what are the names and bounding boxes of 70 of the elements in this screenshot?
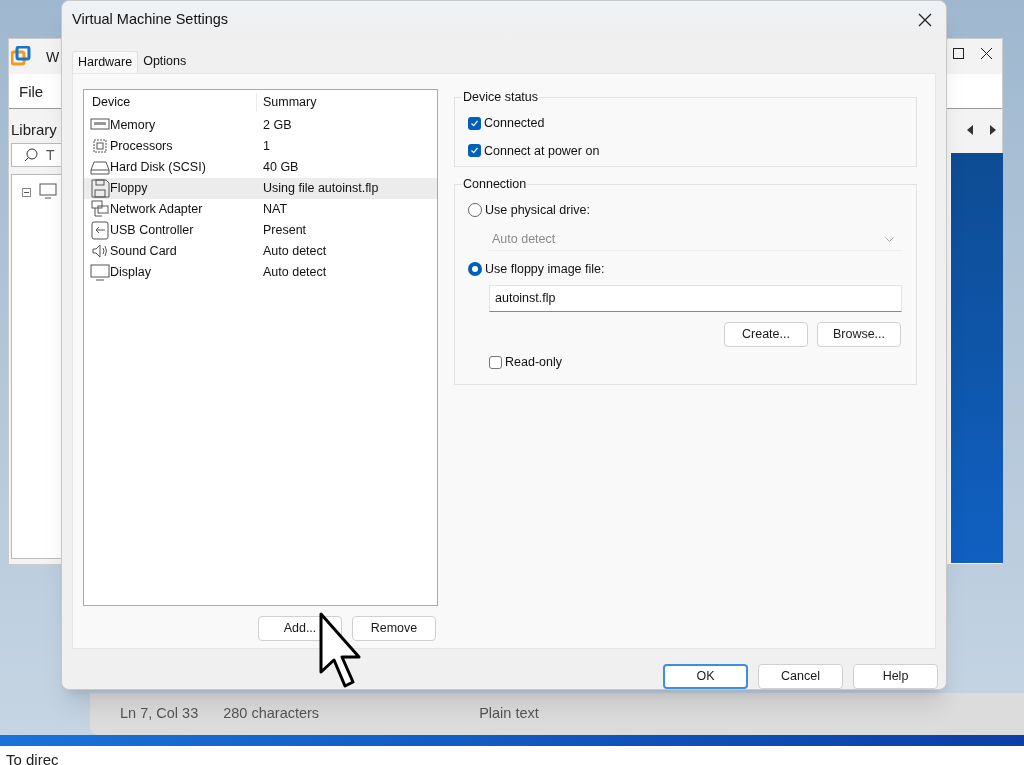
display-icon: [90, 262, 110, 282]
device-summary: 40 GB: [262, 158, 299, 176]
right-arrow-icon[interactable]: [990, 125, 996, 135]
checkbox-label[interactable]: Connected: [484, 113, 545, 133]
column-header[interactable]: Summary: [257, 92, 317, 112]
window-title: W: [46, 48, 60, 67]
dialog-button[interactable]: OK: [663, 664, 748, 689]
device-name: Hard Disk (SCSI): [110, 158, 206, 176]
close-icon[interactable]: [981, 48, 992, 59]
device-row[interactable]: Hard Disk (SCSI) 40 GB: [84, 156, 437, 178]
app-logo-icon: [11, 46, 31, 66]
radio-button[interactable]: [468, 203, 482, 218]
device-row[interactable]: USB Controller Present: [84, 219, 437, 241]
left-arrow-icon[interactable]: [967, 125, 973, 135]
device-name: Floppy: [110, 179, 148, 197]
device-name: USB Controller: [110, 221, 194, 239]
device-row[interactable]: Sound Card Auto detect: [84, 240, 437, 262]
device-summary: 2 GB: [262, 116, 292, 134]
network-icon: [90, 199, 110, 219]
menu-item[interactable]: File: [19, 81, 44, 104]
device-name: Display: [110, 263, 151, 281]
dialog-button[interactable]: Help: [853, 664, 938, 689]
monitor-icon: [39, 183, 57, 200]
device-name: Memory: [110, 116, 156, 134]
dialog-button[interactable]: Create...: [724, 322, 808, 348]
device-summary: 1: [262, 137, 270, 155]
device-summary: Auto detect: [262, 242, 327, 260]
dialog-button[interactable]: Remove: [352, 615, 436, 641]
device-summary: Auto detect: [262, 263, 327, 281]
checkmark-icon: [470, 118, 479, 128]
device-name: Sound Card: [110, 242, 177, 260]
radio-label[interactable]: Use floppy image file:: [485, 259, 605, 279]
checkmark-icon: [470, 146, 479, 156]
tab[interactable]: Options: [138, 50, 192, 73]
checkbox[interactable]: [468, 144, 481, 158]
processor-icon: [90, 136, 110, 156]
device-summary: Present: [262, 221, 307, 239]
device-summary: NAT: [262, 200, 288, 218]
device-name: Processors: [110, 137, 173, 155]
column-header[interactable]: Device: [84, 92, 257, 112]
checkbox[interactable]: [468, 116, 481, 130]
chevron-icon: [885, 236, 894, 242]
tab[interactable]: Hardware: [72, 50, 139, 73]
floppy-icon: [90, 178, 110, 198]
radio-label[interactable]: Use physical drive:: [485, 200, 590, 220]
status-text: Ln 7, Col 33: [120, 704, 199, 724]
library-title: Library: [11, 120, 57, 140]
dialog-button[interactable]: Cancel: [758, 664, 843, 689]
device-row[interactable]: Network Adapter NAT: [84, 198, 437, 220]
file-field[interactable]: autoinst.flp: [489, 285, 902, 313]
search-icon: [24, 148, 38, 162]
status-text: 280 characters: [223, 704, 320, 724]
device-row[interactable]: Floppy Using file autoinst.flp: [84, 177, 437, 199]
device-row[interactable]: Display Auto detect: [84, 261, 437, 283]
maximize-icon[interactable]: [953, 48, 964, 59]
checkbox-label[interactable]: Read-only: [505, 353, 562, 373]
collapse-icon[interactable]: [22, 188, 31, 197]
dialog-button[interactable]: Browse...: [817, 322, 901, 348]
checkbox-label[interactable]: Connect at power on: [484, 141, 600, 161]
device-summary: Using file autoinst.flp: [262, 179, 379, 197]
checkbox[interactable]: [489, 356, 502, 370]
device-row[interactable]: Memory 2 GB: [84, 114, 437, 136]
dialog-title: Virtual Machine Settings: [72, 10, 229, 30]
status-text: Plain text: [479, 704, 539, 724]
device-row[interactable]: Processors 1: [84, 135, 437, 157]
device-name: Network Adapter: [110, 200, 203, 218]
editor-text: To direc: [6, 750, 59, 765]
radio-button[interactable]: [468, 261, 482, 276]
close-icon[interactable]: [918, 12, 932, 27]
usb-icon: [90, 220, 110, 240]
